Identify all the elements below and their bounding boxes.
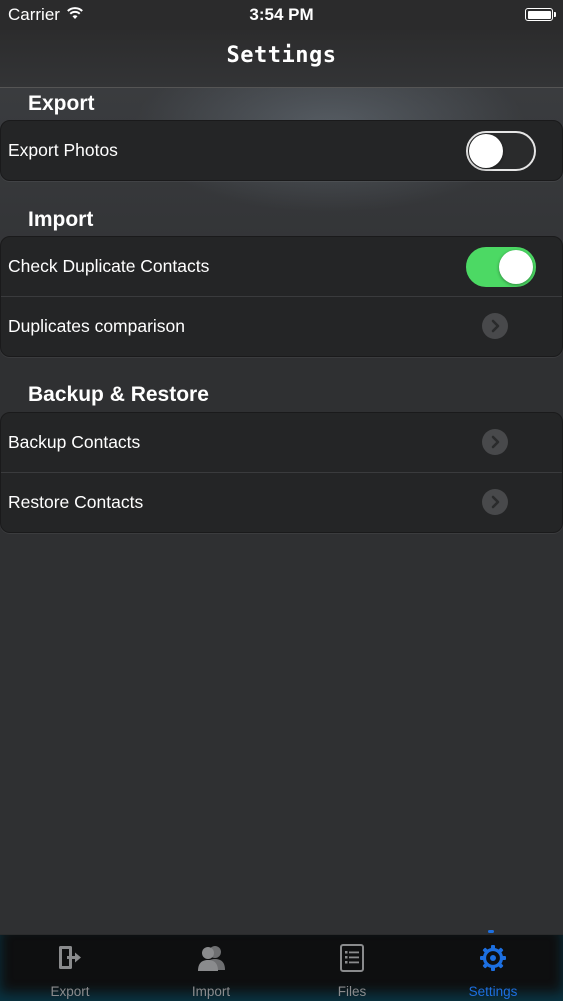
- check-duplicates-toggle[interactable]: [466, 247, 536, 287]
- backup-contacts-row[interactable]: Backup Contacts: [1, 413, 562, 473]
- section-header-backup: Backup & Restore: [28, 383, 209, 406]
- check-duplicates-label: Check Duplicate Contacts: [8, 256, 210, 276]
- status-bar: Carrier 3:54 PM: [0, 0, 563, 30]
- status-time: 3:54 PM: [249, 5, 314, 24]
- navigation-bar: Settings: [0, 30, 563, 88]
- chevron-right-icon[interactable]: [482, 429, 508, 455]
- tab-files-label: Files: [337, 984, 367, 999]
- duplicates-comparison-row[interactable]: Duplicates comparison: [1, 297, 562, 356]
- tab-export[interactable]: Export: [0, 935, 140, 1001]
- battery-icon: [525, 8, 556, 21]
- tab-settings-label: Settings: [468, 984, 518, 999]
- export-photos-row: Export Photos: [1, 121, 562, 180]
- backup-group: Backup Contacts Restore Contacts: [0, 412, 563, 533]
- tab-files[interactable]: Files: [282, 935, 422, 1001]
- tab-bar: Export Import Files Settings: [0, 934, 563, 1001]
- contacts-icon: [195, 943, 227, 976]
- export-photos-toggle[interactable]: [466, 131, 536, 171]
- duplicates-comparison-label: Duplicates comparison: [8, 316, 186, 336]
- chevron-right-icon[interactable]: [482, 313, 508, 339]
- restore-contacts-label: Restore Contacts: [8, 492, 144, 512]
- import-group: Check Duplicate Contacts Duplicates comp…: [0, 236, 563, 357]
- files-icon: [338, 943, 366, 976]
- page-title: Settings: [226, 43, 337, 68]
- chevron-right-icon[interactable]: [482, 489, 508, 515]
- restore-contacts-row[interactable]: Restore Contacts: [1, 473, 562, 532]
- export-photos-label: Export Photos: [8, 140, 118, 160]
- tab-import[interactable]: Import: [141, 935, 281, 1001]
- section-header-export: Export: [28, 92, 95, 115]
- export-icon: [55, 943, 85, 976]
- tab-export-label: Export: [50, 984, 90, 999]
- settings-content: Export Export Photos Import Check Duplic…: [0, 88, 563, 934]
- backup-contacts-label: Backup Contacts: [8, 432, 141, 452]
- check-duplicates-row: Check Duplicate Contacts: [1, 237, 562, 297]
- gear-icon: [478, 943, 508, 976]
- section-header-import: Import: [28, 208, 94, 231]
- tab-settings[interactable]: Settings: [423, 935, 563, 1001]
- export-group: Export Photos: [0, 120, 563, 181]
- active-tab-indicator: [488, 930, 494, 933]
- toggle-knob: [469, 134, 503, 168]
- tab-import-label: Import: [191, 984, 231, 999]
- toggle-knob: [499, 250, 533, 284]
